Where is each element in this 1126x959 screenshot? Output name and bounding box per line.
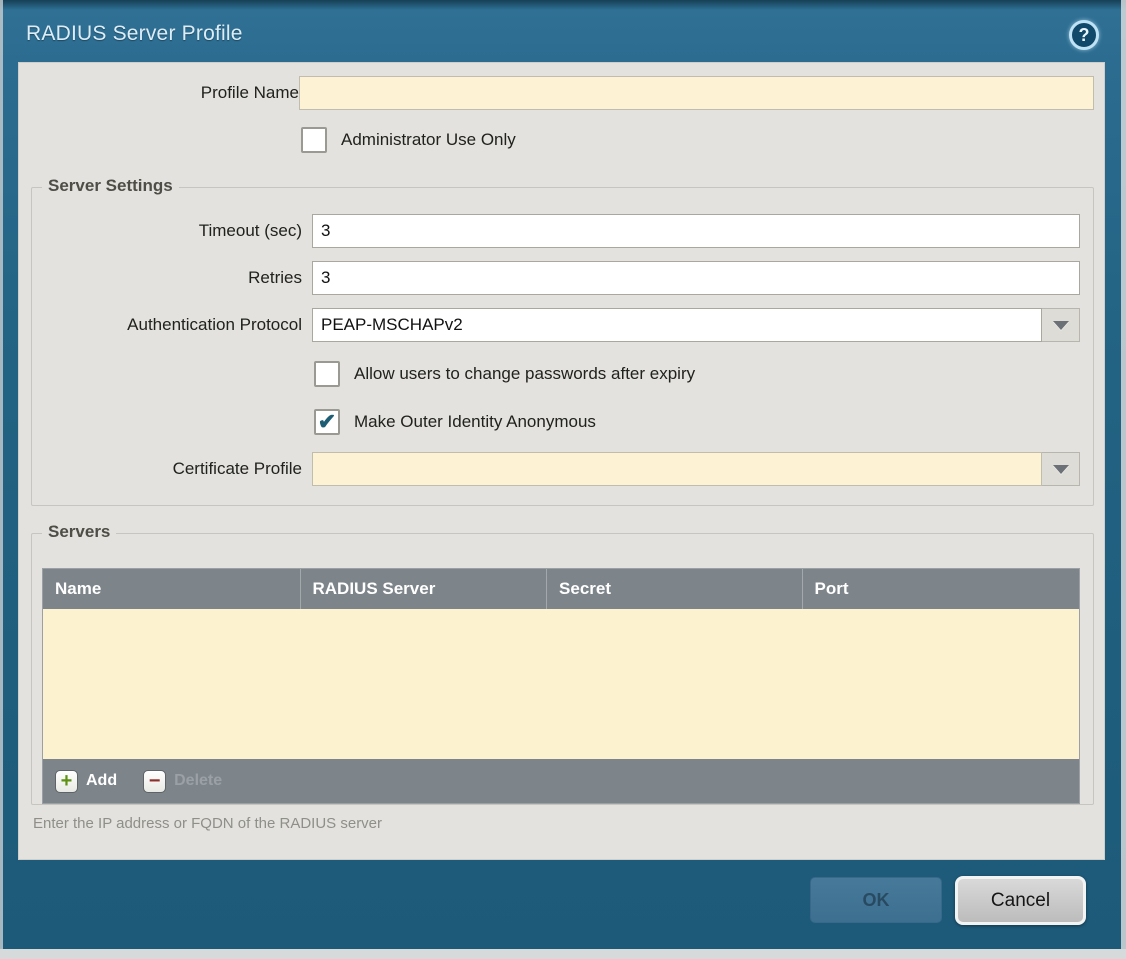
auth-protocol-label: Authentication Protocol	[32, 308, 302, 342]
help-icon[interactable]: ?	[1069, 20, 1099, 50]
column-header-radius-server[interactable]: RADIUS Server	[300, 569, 547, 609]
allow-password-change-label: Allow users to change passwords after ex…	[354, 364, 695, 384]
chevron-down-icon	[1053, 321, 1069, 330]
allow-password-change-checkbox[interactable]	[314, 361, 340, 387]
certificate-profile-value[interactable]	[312, 452, 1042, 486]
add-button-label: Add	[86, 772, 117, 790]
radius-server-profile-dialog: RADIUS Server Profile ? Profile Name Adm…	[0, 0, 1126, 959]
minus-icon: −	[143, 770, 166, 793]
servers-table-toolbar: + Add − Delete	[43, 759, 1079, 803]
column-header-secret[interactable]: Secret	[546, 569, 802, 609]
servers-table-header: Name RADIUS Server Secret Port	[43, 569, 1079, 609]
help-glyph: ?	[1079, 25, 1090, 46]
profile-name-label: Profile Name	[29, 76, 299, 110]
delete-button-label: Delete	[174, 772, 222, 790]
servers-table: Name RADIUS Server Secret Port + Add	[42, 568, 1080, 804]
dialog-title: RADIUS Server Profile	[26, 22, 243, 46]
profile-name-input[interactable]	[299, 76, 1094, 110]
retries-input[interactable]	[312, 261, 1080, 295]
dialog-titlebar: RADIUS Server Profile ?	[3, 8, 1121, 62]
timeout-input[interactable]	[312, 214, 1080, 248]
certificate-profile-label: Certificate Profile	[32, 452, 302, 486]
dialog-body-panel: Profile Name Administrator Use Only Serv…	[18, 62, 1105, 860]
certificate-profile-select[interactable]	[312, 452, 1080, 486]
auth-protocol-value[interactable]	[312, 308, 1042, 342]
outer-identity-anonymous-checkbox[interactable]: ✔	[314, 409, 340, 435]
cancel-button[interactable]: Cancel	[955, 876, 1086, 925]
servers-group: Servers Name RADIUS Server Secret Port +…	[31, 533, 1094, 805]
plus-icon: +	[55, 770, 78, 793]
outer-identity-anonymous-label: Make Outer Identity Anonymous	[354, 412, 596, 432]
allow-password-change-row: Allow users to change passwords after ex…	[314, 361, 695, 387]
add-server-button[interactable]: + Add	[55, 770, 117, 793]
radius-server-hint-text: Enter the IP address or FQDN of the RADI…	[33, 815, 382, 832]
chevron-down-icon	[1053, 465, 1069, 474]
ok-button[interactable]: OK	[810, 877, 942, 923]
column-header-name[interactable]: Name	[43, 569, 300, 609]
column-header-port[interactable]: Port	[802, 569, 1079, 609]
auth-protocol-dropdown-button[interactable]	[1042, 308, 1080, 342]
servers-table-body-empty[interactable]	[43, 609, 1079, 759]
auth-protocol-select[interactable]	[312, 308, 1080, 342]
outer-identity-anonymous-row: ✔ Make Outer Identity Anonymous	[314, 409, 596, 435]
screen-edge-left	[0, 0, 3, 949]
server-settings-legend: Server Settings	[42, 176, 179, 196]
admin-use-only-row: Administrator Use Only	[301, 127, 516, 153]
admin-use-only-label: Administrator Use Only	[341, 130, 516, 150]
checkmark-icon: ✔	[318, 411, 336, 433]
retries-label: Retries	[32, 261, 302, 295]
delete-server-button[interactable]: − Delete	[143, 770, 222, 793]
certificate-profile-dropdown-button[interactable]	[1042, 452, 1080, 486]
screen-edge-right	[1121, 0, 1126, 949]
screen-edge-bottom	[0, 949, 1126, 959]
admin-use-only-checkbox[interactable]	[301, 127, 327, 153]
timeout-label: Timeout (sec)	[32, 214, 302, 248]
servers-legend: Servers	[42, 522, 116, 542]
server-settings-group: Server Settings Timeout (sec) Retries Au…	[31, 187, 1094, 506]
